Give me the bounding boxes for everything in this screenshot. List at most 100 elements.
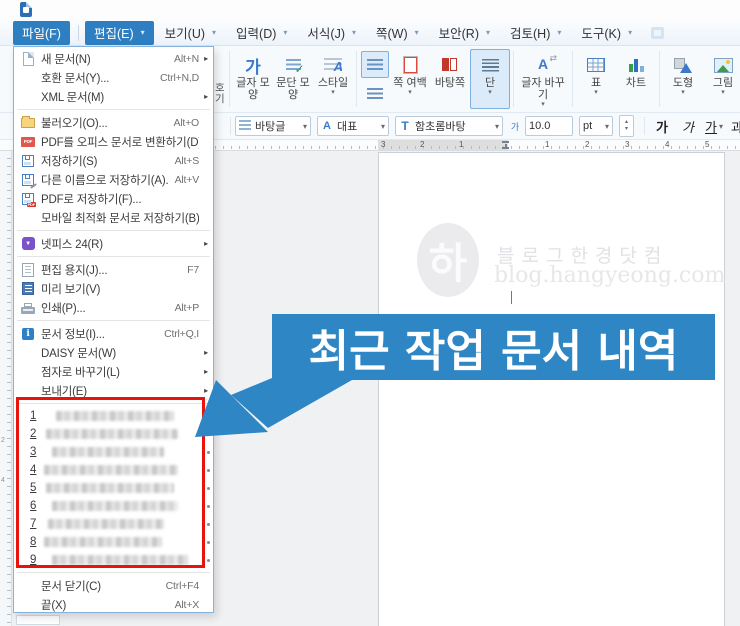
size-unit-value: pt — [583, 120, 593, 132]
size-stepper[interactable]: ▴ ▾ — [619, 115, 634, 137]
size-unit-combo[interactable]: pt ▾ — [579, 116, 613, 136]
menu-separator — [17, 109, 210, 110]
menu-item-new-document[interactable]: 새 문서(N) Alt+N ▸ — [14, 49, 213, 68]
pin-icon[interactable] — [207, 540, 210, 544]
underline-button[interactable]: 가 ▾ — [704, 116, 724, 136]
menu-item-convert-to-braille[interactable]: 점자로 바꾸기(L) ▸ — [14, 362, 213, 381]
menu-item-label: 점자로 바꾸기(L) — [41, 366, 120, 379]
clipped-toolbar-label: 호기 — [215, 83, 224, 105]
menu-item-pdf-to-office[interactable]: PDF PDF를 오피스 문서로 변환하기(D)... — [14, 132, 213, 151]
menu-item-print[interactable]: 인쇄(P)... Alt+P — [14, 298, 213, 317]
italic-button[interactable]: 가 — [678, 116, 698, 136]
blank-icon — [20, 70, 36, 86]
font-size-value: 10.0 — [529, 120, 551, 132]
chevron-down-icon: ▾ — [557, 28, 562, 37]
chart-label: 차트 — [625, 77, 647, 89]
customize-icon[interactable] — [651, 26, 665, 39]
char-shape-button[interactable]: 글자 모양 — [233, 49, 273, 109]
menu-item-print-preview[interactable]: 미리 보기(V) — [14, 279, 213, 298]
chevron-down-icon: ▾ — [604, 121, 609, 131]
pin-icon[interactable] — [207, 468, 210, 472]
pin-icon[interactable] — [207, 504, 210, 508]
shapes-icon — [674, 57, 692, 73]
ruler-number: 1 — [545, 140, 550, 149]
pin-icon[interactable] — [207, 486, 210, 490]
justify-lines-bottom-button[interactable] — [361, 80, 389, 107]
ruler-indent-marker[interactable] — [502, 141, 509, 149]
chart-button[interactable]: 차트 — [616, 49, 656, 109]
menu-item-shortcut: Ctrl+Q,I — [164, 327, 199, 340]
menu-item-label: 문서 정보(I)... — [41, 328, 105, 341]
menu-item-page-setup[interactable]: 편집 용지(J)... F7 — [14, 260, 213, 279]
menu-item-open[interactable]: 불러오기(O)... Alt+O — [14, 113, 213, 132]
representative-combo[interactable]: 대표 ▾ — [317, 116, 389, 136]
menubar-item-file[interactable]: 파일(F) — [13, 20, 70, 45]
formatbar-divider — [230, 117, 231, 135]
menu-item-label: 문서 닫기(C) — [41, 580, 101, 593]
pin-icon[interactable] — [207, 558, 210, 562]
menu-item-label: 다른 이름으로 저장하기(A)... — [41, 174, 169, 187]
bold-button[interactable]: 가 — [652, 116, 672, 136]
menu-item-document-info[interactable]: i 문서 정보(I)... Ctrl+Q,I — [14, 324, 213, 343]
menu-separator — [17, 256, 210, 257]
char-replace-button[interactable]: 글자 바꾸기 ▾ — [517, 49, 569, 109]
vruler-number: 2 — [1, 437, 5, 444]
shapes-button[interactable]: 도형 ▾ — [663, 49, 703, 109]
font-combo[interactable]: 함초롬바탕 ▾ — [395, 116, 503, 136]
font-color-button[interactable]: 과▾ — [730, 116, 740, 136]
chevron-down-icon: ▾ — [331, 89, 335, 96]
menu-item-shortcut: Ctrl+N,D — [160, 71, 199, 84]
menubar-item-format[interactable]: 서식(J) ▾ — [298, 21, 365, 45]
menu-item-netffice24[interactable]: ▼ 넷피스 24(R) ▸ — [14, 234, 213, 253]
paragraph-shape-button[interactable]: 문단 모양 — [273, 49, 313, 109]
menubar-security-label: 보안(R) — [438, 27, 479, 41]
menu-item-daisy-document[interactable]: DAISY 문서(W) ▸ — [14, 343, 213, 362]
master-page-icon — [442, 57, 458, 73]
page-margin-button[interactable]: 쪽 여백 ▾ — [390, 49, 430, 109]
justify-lines-top-button[interactable] — [361, 51, 389, 78]
chevron-down-icon: ▾ — [408, 89, 412, 96]
columns-button[interactable]: 단 ▾ — [470, 49, 510, 109]
menu-item-save[interactable]: 저장하기(S) Alt+S — [14, 151, 213, 170]
save-pdf-icon: PDF — [20, 191, 36, 207]
font-size-input[interactable]: 10.0 — [525, 116, 573, 136]
menu-item-shortcut: Alt+P — [174, 301, 200, 314]
menu-item-shortcut: Alt+N — [174, 52, 199, 65]
paragraph-style-icon — [239, 120, 251, 132]
menubar-item-view[interactable]: 보기(U) ▾ — [156, 21, 225, 45]
menubar-item-security[interactable]: 보안(R) ▾ — [430, 21, 499, 45]
menubar-item-input[interactable]: 입력(D) ▾ — [227, 21, 296, 45]
pin-icon[interactable] — [207, 522, 210, 526]
menubar-item-review[interactable]: 검토(H) ▾ — [501, 21, 570, 45]
toolbar-divider — [659, 51, 660, 107]
table-button[interactable]: 표 ▾ — [576, 49, 616, 109]
picture-button[interactable]: 그림 ▾ — [703, 49, 740, 109]
menu-item-close-document[interactable]: 문서 닫기(C) Ctrl+F4 — [14, 576, 213, 595]
toolbar-divider — [513, 51, 514, 107]
pin-icon[interactable] — [207, 450, 210, 454]
paragraph-style-combo[interactable]: 바탕글 ▾ — [235, 116, 311, 136]
chevron-down-icon: ▾ — [681, 89, 685, 96]
document-page[interactable]: 하 블로그한경닷컴 blog.hangyeong.com — [378, 152, 725, 626]
vertical-ruler[interactable]: 2 4 — [0, 151, 12, 626]
menubar-divider — [77, 24, 79, 41]
menubar-item-tools[interactable]: 도구(K) ▾ — [572, 21, 641, 45]
font-value: 함초롬바탕 — [415, 121, 466, 133]
menu-item-shortcut: Ctrl+F4 — [165, 579, 200, 592]
ruler-number: 2 — [585, 140, 590, 149]
style-button[interactable]: 스타일 ▾ — [313, 49, 353, 109]
menu-item-save-as-pdf[interactable]: PDF PDF로 저장하기(F)... — [14, 189, 213, 208]
menu-item-label: 새 문서(N) — [41, 53, 91, 66]
menu-item-save-mobile-optimized[interactable]: 모바일 최적화 문서로 저장하기(B)... — [14, 208, 213, 227]
menu-item-compatible-document[interactable]: 호환 문서(Y)... Ctrl+N,D — [14, 68, 213, 87]
menu-item-shortcut: Alt+S — [174, 154, 200, 167]
char-shape-label: 글자 모양 — [236, 77, 270, 101]
step-up-icon: ▴ — [624, 119, 628, 125]
menubar-item-page[interactable]: 쪽(W) ▾ — [367, 21, 428, 45]
menu-item-exit[interactable]: 끝(X) Alt+X — [14, 595, 213, 614]
menu-item-save-as[interactable]: 다른 이름으로 저장하기(A)... Alt+V — [14, 170, 213, 189]
menubar-item-edit[interactable]: 편집(E) ▾ — [84, 20, 154, 45]
char-shape-icon — [245, 53, 261, 77]
menu-item-xml-document[interactable]: XML 문서(M) ▸ — [14, 87, 213, 106]
master-page-button[interactable]: 바탕쪽 — [430, 49, 470, 109]
